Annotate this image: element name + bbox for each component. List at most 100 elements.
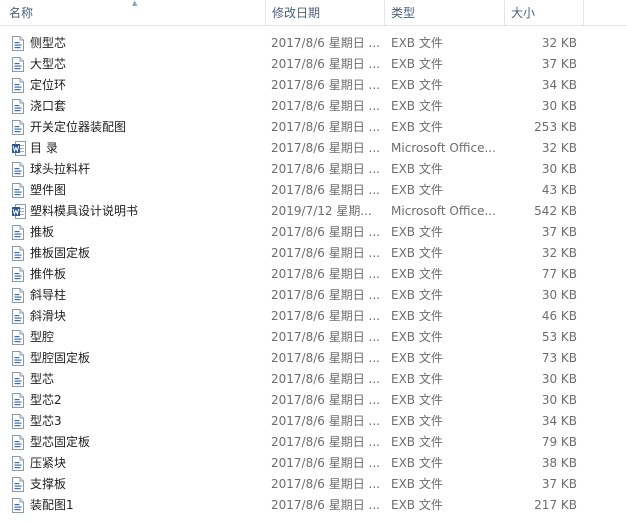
file-modified-date: 2017/8/6 星期日 ... — [271, 267, 380, 281]
file-size: 37 KB — [541, 57, 577, 71]
file-row[interactable]: 支撑板 2017/8/6 星期日 ... EXB 文件 37 KB — [0, 474, 627, 495]
file-modified-date: 2017/8/6 星期日 ... — [271, 309, 380, 323]
exb-file-icon — [12, 351, 24, 366]
exb-file-icon — [12, 99, 24, 114]
file-type: EXB 文件 — [391, 183, 443, 197]
file-type: EXB 文件 — [391, 288, 443, 302]
file-row[interactable]: 型芯 2017/8/6 星期日 ... EXB 文件 30 KB — [0, 369, 627, 390]
file-name: 型腔固定板 — [30, 351, 91, 365]
file-type: EXB 文件 — [391, 246, 443, 260]
file-size: 32 KB — [541, 141, 577, 155]
file-name: 侧型芯 — [30, 36, 67, 50]
file-row[interactable]: 型芯3 2017/8/6 星期日 ... EXB 文件 34 KB — [0, 411, 627, 432]
exb-file-icon — [12, 456, 24, 471]
column-header-date[interactable]: 修改日期 — [265, 0, 384, 25]
exb-file-icon — [12, 36, 24, 51]
file-type: EXB 文件 — [391, 57, 443, 71]
exb-file-icon — [12, 183, 24, 198]
file-type: EXB 文件 — [391, 267, 443, 281]
file-row[interactable]: 塑件图 2017/8/6 星期日 ... EXB 文件 43 KB — [0, 180, 627, 201]
file-type: EXB 文件 — [391, 162, 443, 176]
file-row[interactable]: 定位环 2017/8/6 星期日 ... EXB 文件 34 KB — [0, 75, 627, 96]
file-type: EXB 文件 — [391, 393, 443, 407]
exb-file-icon — [12, 225, 24, 240]
column-header-name[interactable]: ▲ 名称 — [3, 0, 265, 25]
file-name: 定位环 — [30, 78, 67, 92]
file-size: 32 KB — [541, 246, 577, 260]
file-type: EXB 文件 — [391, 498, 443, 512]
exb-file-icon — [12, 78, 24, 93]
file-size: 46 KB — [541, 309, 577, 323]
file-size: 77 KB — [541, 267, 577, 281]
file-modified-date: 2017/8/6 星期日 ... — [271, 141, 380, 155]
file-size: 79 KB — [541, 435, 577, 449]
file-row[interactable]: 塑料模具设计说明书 2019/7/12 星期... Microsoft Office… — [0, 201, 627, 222]
file-type: EXB 文件 — [391, 36, 443, 50]
exb-file-icon — [12, 498, 24, 513]
file-type: EXB 文件 — [391, 414, 443, 428]
file-modified-date: 2017/8/6 星期日 ... — [271, 225, 380, 239]
file-row[interactable]: 侧型芯 2017/8/6 星期日 ... EXB 文件 32 KB — [0, 33, 627, 54]
exb-file-icon — [12, 414, 24, 429]
file-type: EXB 文件 — [391, 372, 443, 386]
file-modified-date: 2017/8/6 星期日 ... — [271, 99, 380, 113]
file-modified-date: 2017/8/6 星期日 ... — [271, 36, 380, 50]
file-modified-date: 2017/8/6 星期日 ... — [271, 372, 380, 386]
file-row[interactable]: 浇口套 2017/8/6 星期日 ... EXB 文件 30 KB — [0, 96, 627, 117]
file-modified-date: 2017/8/6 星期日 ... — [271, 78, 380, 92]
file-row[interactable]: 型腔固定板 2017/8/6 星期日 ... EXB 文件 73 KB — [0, 348, 627, 369]
file-type: EXB 文件 — [391, 351, 443, 365]
file-size: 30 KB — [541, 393, 577, 407]
file-name: 压紧块 — [30, 456, 67, 470]
file-modified-date: 2017/8/6 星期日 ... — [271, 414, 380, 428]
exb-file-icon — [12, 309, 24, 324]
file-row[interactable]: 装配图1 2017/8/6 星期日 ... EXB 文件 217 KB — [0, 495, 627, 516]
file-modified-date: 2017/8/6 星期日 ... — [271, 288, 380, 302]
file-type: EXB 文件 — [391, 225, 443, 239]
file-name: 型芯2 — [30, 393, 62, 407]
file-row[interactable]: 推板固定板 2017/8/6 星期日 ... EXB 文件 32 KB — [0, 243, 627, 264]
file-modified-date: 2017/8/6 星期日 ... — [271, 498, 380, 512]
file-modified-date: 2017/8/6 星期日 ... — [271, 477, 380, 491]
file-row[interactable]: 型芯固定板 2017/8/6 星期日 ... EXB 文件 79 KB — [0, 432, 627, 453]
file-name: 球头拉料杆 — [30, 162, 91, 176]
file-row[interactable]: 球头拉料杆 2017/8/6 星期日 ... EXB 文件 30 KB — [0, 159, 627, 180]
file-size: 30 KB — [541, 372, 577, 386]
file-row[interactable]: 压紧块 2017/8/6 星期日 ... EXB 文件 38 KB — [0, 453, 627, 474]
file-row[interactable]: 开关定位器装配图 2017/8/6 星期日 ... EXB 文件 253 KB — [0, 117, 627, 138]
exb-file-icon — [12, 435, 24, 450]
file-name: 型芯固定板 — [30, 435, 91, 449]
column-header-type[interactable]: 类型 — [384, 0, 504, 25]
file-name: 型腔 — [30, 330, 55, 344]
file-row[interactable]: 推板 2017/8/6 星期日 ... EXB 文件 37 KB — [0, 222, 627, 243]
sort-ascending-icon: ▲ — [132, 0, 138, 7]
file-row[interactable]: 目 录 2017/8/6 星期日 ... Microsoft Office... 32… — [0, 138, 627, 159]
file-size: 217 KB — [534, 498, 577, 512]
file-type: EXB 文件 — [391, 309, 443, 323]
file-size: 253 KB — [534, 120, 577, 134]
file-row[interactable]: 斜导柱 2017/8/6 星期日 ... EXB 文件 30 KB — [0, 285, 627, 306]
exb-file-icon — [12, 246, 24, 261]
file-row[interactable]: 大型芯 2017/8/6 星期日 ... EXB 文件 37 KB — [0, 54, 627, 75]
file-row[interactable]: 型芯2 2017/8/6 星期日 ... EXB 文件 30 KB — [0, 390, 627, 411]
file-list: 侧型芯 2017/8/6 星期日 ... EXB 文件 32 KB 大型芯 2017/8/… — [0, 33, 627, 516]
file-modified-date: 2017/8/6 星期日 ... — [271, 351, 380, 365]
exb-file-icon — [12, 120, 24, 135]
file-name: 目 录 — [30, 141, 58, 155]
file-size: 53 KB — [541, 330, 577, 344]
column-header-size[interactable]: 大小 — [504, 0, 584, 25]
file-size: 73 KB — [541, 351, 577, 365]
exb-file-icon — [12, 330, 24, 345]
exb-file-icon — [12, 162, 24, 177]
column-header-size-label: 大小 — [511, 6, 536, 20]
file-row[interactable]: 斜滑块 2017/8/6 星期日 ... EXB 文件 46 KB — [0, 306, 627, 327]
file-modified-date: 2017/8/6 星期日 ... — [271, 120, 380, 134]
file-size: 30 KB — [541, 162, 577, 176]
file-name: 开关定位器装配图 — [30, 120, 127, 134]
exb-file-icon — [12, 393, 24, 408]
exb-file-icon — [12, 372, 24, 387]
file-row[interactable]: 推件板 2017/8/6 星期日 ... EXB 文件 77 KB — [0, 264, 627, 285]
file-modified-date: 2017/8/6 星期日 ... — [271, 57, 380, 71]
file-row[interactable]: 型腔 2017/8/6 星期日 ... EXB 文件 53 KB — [0, 327, 627, 348]
file-name: 型芯 — [30, 372, 55, 386]
